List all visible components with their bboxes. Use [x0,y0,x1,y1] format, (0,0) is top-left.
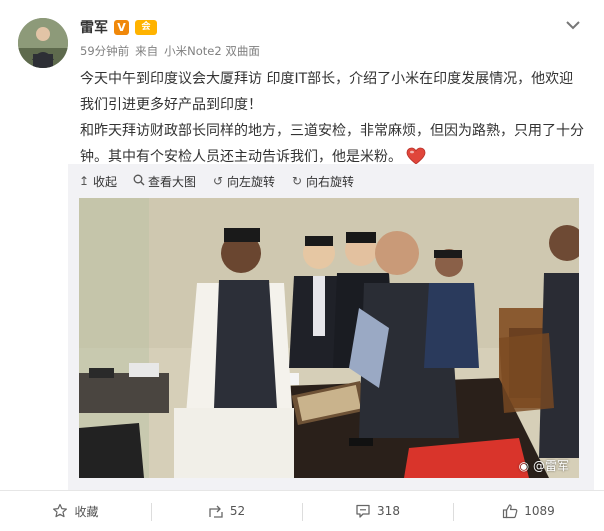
post-photo[interactable]: ◉ @雷军 [79,198,579,478]
heart-emoji-icon [406,147,426,165]
author-name[interactable]: 雷军 [80,17,108,37]
collapse-button[interactable]: ↥ 收起 [78,173,117,190]
comment-button[interactable]: 318 [302,491,453,531]
post-paragraph-2: 和昨天拜访财政部长同样的地方，三道安检，非常麻烦，但因为路熟，只用了十分钟。其中… [80,118,585,170]
post-time[interactable]: 59分钟前 [80,44,129,58]
post-paragraph-1: 今天中午到印度议会大厦拜访 印度IT部长，介绍了小米在印度发展情况，他欢迎我们引… [80,71,574,113]
media-toolbar: ↥ 收起 查看大图 ↺ 向左旋转 ↻ 向右旋转 [78,164,354,198]
action-bar: 收藏 52 318 1089 [0,490,604,531]
rotate-right-label: 向右旋转 [306,174,355,189]
rotate-left-button[interactable]: ↺ 向左旋转 [212,173,275,190]
comment-count: 318 [377,504,400,518]
author-line: 雷军 V 会 [80,16,157,38]
repost-icon [208,503,224,519]
favorite-button[interactable]: 收藏 [0,491,151,531]
star-icon [52,503,68,519]
comment-icon [355,503,371,519]
like-button[interactable]: 1089 [453,491,604,531]
verified-badge-icon[interactable]: V [114,19,129,35]
view-large-label: 查看大图 [148,174,197,189]
photo-watermark: ◉ @雷军 [519,457,569,474]
like-count: 1089 [524,504,555,518]
post-source[interactable]: 小米Note2 双曲面 [164,44,260,58]
post-meta: 59分钟前 来自 小米Note2 双曲面 [80,43,266,59]
view-large-button[interactable]: 查看大图 [133,173,196,190]
magnifier-icon [133,174,145,189]
collapse-label: 收起 [93,174,118,189]
rotate-left-icon: ↺ [213,174,224,188]
author-avatar[interactable] [18,18,68,68]
rotate-left-label: 向左旋转 [227,174,276,189]
arrow-up-icon: ↥ [78,174,90,188]
post-text: 今天中午到印度议会大厦拜访 印度IT部长，介绍了小米在印度发展情况，他欢迎我们引… [80,66,585,170]
chevron-down-icon[interactable] [564,16,582,34]
weibo-logo-icon: ◉ [518,459,530,473]
rotate-right-icon: ↻ [292,174,303,188]
member-badge-icon[interactable]: 会 [135,19,157,35]
thumbs-up-icon [502,503,518,519]
repost-button[interactable]: 52 [151,491,302,531]
rotate-right-button[interactable]: ↻ 向右旋转 [291,173,354,190]
media-container: ↥ 收起 查看大图 ↺ 向左旋转 ↻ 向右旋转 ◉ @雷军 [68,164,594,490]
repost-count: 52 [229,504,246,518]
post-paragraph-2-text: 和昨天拜访财政部长同样的地方，三道安检，非常麻烦，但因为路熟，只用了十分钟。其中… [80,123,584,165]
source-prefix: 来自 [135,44,159,58]
weibo-post: 雷军 V 会 59分钟前 来自 小米Note2 双曲面 今天中午到印度议会大厦拜访 … [0,0,604,531]
favorite-label: 收藏 [74,504,99,519]
watermark-text: @雷军 [532,459,569,473]
